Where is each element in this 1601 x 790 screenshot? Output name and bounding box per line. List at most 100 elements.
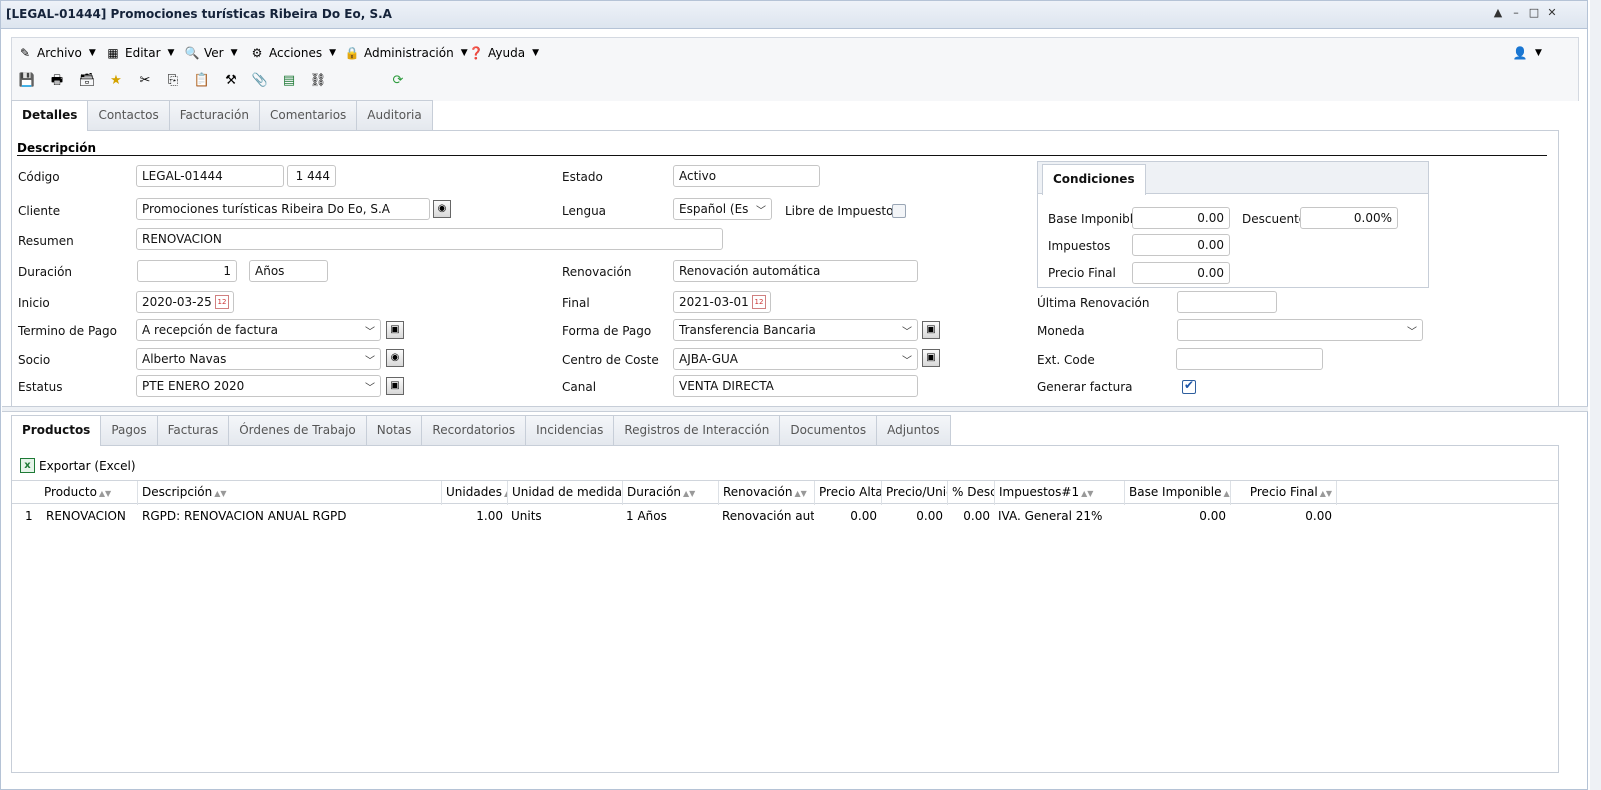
codigo-number-input[interactable]: 1 444 (287, 165, 336, 187)
cell-precio-unidad: 0.00 (916, 509, 943, 523)
socio-select[interactable]: Alberto Navas ﹀ (136, 348, 381, 370)
tab-auditoria[interactable]: Auditoria (356, 100, 433, 130)
page-scrollbar[interactable] (1590, 0, 1601, 790)
minimize-icon[interactable]: – (1509, 6, 1523, 19)
libre-impuestos-checkbox[interactable] (892, 204, 906, 218)
tab-pagos[interactable]: Pagos (100, 415, 158, 445)
col-precio-alta[interactable]: Precio Alta▲▼ (815, 481, 882, 505)
estatus-select[interactable]: PTE ENERO 2020 ﹀ (136, 375, 381, 397)
tab-condiciones[interactable]: Condiciones (1042, 164, 1146, 195)
termino-pago-lookup-icon[interactable]: ▣ (386, 321, 404, 339)
final-date-input[interactable]: 2021-03-01 12 (673, 291, 771, 313)
estatus-lookup-icon[interactable]: ▣ (386, 377, 404, 395)
refresh-icon[interactable]: ⟳ (389, 72, 407, 90)
tab-registros-interaccion[interactable]: Registros de Interacción (613, 415, 781, 445)
termino-pago-select[interactable]: A recepción de factura ﹀ (136, 319, 381, 341)
ultima-renovacion-input[interactable] (1177, 291, 1277, 313)
cliente-input[interactable]: Promociones turísticas Ribeira Do Eo, S.… (136, 198, 430, 220)
save-icon[interactable]: 💾 (18, 72, 36, 90)
menu-ver[interactable]: 🔍 Ver ▼ (184, 43, 238, 63)
tab-facturas[interactable]: Facturas (156, 415, 230, 445)
tab-productos[interactable]: Productos (11, 415, 102, 446)
favorite-star-icon[interactable]: ★ (107, 72, 125, 90)
calendar-icon[interactable]: 12 (215, 295, 229, 309)
col-impuestos[interactable]: Impuestos#1 ▲▼ (995, 481, 1125, 505)
codigo-input[interactable]: LEGAL-01444 (136, 165, 284, 187)
calendar-icon[interactable]: 12 (752, 295, 766, 309)
paste-icon[interactable]: 📋 (193, 72, 211, 90)
col-base-imponible[interactable]: Base Imponible▲▼ (1125, 481, 1231, 505)
forma-pago-lookup-icon[interactable]: ▣ (922, 321, 940, 339)
duracion-unidad-input[interactable]: Años (249, 260, 328, 282)
menu-acciones[interactable]: ⚙ Acciones ▼ (249, 43, 336, 63)
centro-coste-select[interactable]: AJBA-GUA ﹀ (673, 348, 918, 370)
col-precio-unidad[interactable]: Precio/Unidad (882, 481, 948, 505)
archivo-icon: ✎ (19, 46, 31, 60)
col-duracion[interactable]: Duración ▲▼ (623, 481, 719, 505)
tab-adjuntos[interactable]: Adjuntos (876, 415, 951, 445)
tab-contactos[interactable]: Contactos (87, 100, 170, 130)
base-imponible-input[interactable]: 0.00 (1132, 207, 1230, 229)
lengua-select[interactable]: Español (Es ﹀ (673, 198, 772, 220)
descuento-input[interactable]: 0.00% (1300, 207, 1398, 229)
menu-ayuda[interactable]: ❓ Ayuda ▼ (468, 43, 539, 63)
forma-pago-select[interactable]: Transferencia Bancaria ﹀ (673, 319, 918, 341)
top-tabs: Detalles Contactos Facturación Comentari… (11, 100, 433, 131)
col-renovacion[interactable]: Renovación ▲▼ (719, 481, 815, 505)
tab-incidencias[interactable]: Incidencias (525, 415, 615, 445)
cell-precio-final: 0.00 (1305, 509, 1332, 523)
col-descuento[interactable]: % Descuento (948, 481, 995, 505)
col-unidad-medida[interactable]: Unidad de medida▲▼ (508, 481, 623, 505)
attach-icon[interactable]: 📎 (251, 72, 269, 90)
user-menu[interactable]: 👤 ▼ (1512, 43, 1542, 63)
menu-archivo[interactable]: ✎ Archivo ▼ (17, 43, 96, 63)
col-unidades[interactable]: Unidades▲▼ (442, 481, 508, 505)
excel-icon[interactable]: ▤ (280, 72, 298, 90)
window-titlebar[interactable]: [LEGAL-01444] Promociones turísticas Rib… (1, 1, 1587, 29)
acciones-icon: ⚙ (251, 46, 263, 60)
cell-impuestos: IVA. General 21% (998, 509, 1103, 523)
chevron-down-icon: ﹀ (756, 206, 766, 217)
close-icon[interactable]: ✕ (1545, 6, 1559, 19)
grid-header: Producto▲▼ Descripción▲▼ Unidades▲▼ Unid… (12, 480, 1558, 505)
tab-detalles[interactable]: Detalles (11, 100, 89, 131)
col-producto[interactable]: Producto ▲▼ (40, 481, 138, 505)
tab-recordatorios[interactable]: Recordatorios (421, 415, 527, 445)
splitter[interactable] (2, 406, 1588, 412)
archive-icon[interactable]: 🗃 (78, 72, 96, 90)
canal-input[interactable]: VENTA DIRECTA (673, 375, 918, 397)
maximize-icon[interactable]: □ (1527, 6, 1541, 19)
duracion-input[interactable]: 1 (137, 260, 237, 282)
centro-coste-lookup-icon[interactable]: ▣ (922, 349, 940, 367)
collapse-icon[interactable]: ▲ (1491, 6, 1505, 19)
export-excel-button[interactable]: x Exportar (Excel) (20, 458, 136, 473)
cell-descuento: 0.00 (963, 509, 990, 523)
moneda-select[interactable]: ﹀ (1177, 319, 1423, 341)
lock-icon: 🔒 (344, 46, 360, 60)
renovacion-input[interactable]: Renovación automática (673, 260, 918, 282)
precio-final-input[interactable]: 0.00 (1132, 262, 1230, 284)
ext-code-input[interactable] (1176, 348, 1323, 370)
impuestos-input[interactable]: 0.00 (1132, 234, 1230, 256)
copy-icon[interactable]: ⎘ (164, 72, 182, 90)
cut-icon[interactable]: ✂ (136, 72, 154, 90)
tab-comentarios[interactable]: Comentarios (258, 100, 358, 130)
estado-input[interactable]: Activo (673, 165, 820, 187)
tab-documentos[interactable]: Documentos (779, 415, 878, 445)
tab-ordenes-trabajo[interactable]: Órdenes de Trabajo (228, 415, 367, 445)
hierarchy-icon[interactable]: ⛓ (309, 72, 327, 90)
resumen-input[interactable]: RENOVACION (136, 228, 723, 250)
inicio-date-input[interactable]: 2020-03-25 12 (136, 291, 234, 313)
menu-administracion[interactable]: 🔒 Administración ▼ (344, 43, 468, 63)
col-precio-final[interactable]: Precio Final ▲▼ (1231, 481, 1337, 505)
print-icon[interactable]: 🖶 (48, 72, 66, 90)
tools-icon[interactable]: ⚒ (222, 72, 240, 90)
tab-notas[interactable]: Notas (365, 415, 423, 445)
socio-lookup-icon[interactable]: ◉ (386, 349, 404, 367)
cell-renovacion: Renovación automática (722, 509, 814, 523)
generar-factura-checkbox[interactable] (1182, 378, 1196, 394)
cliente-lookup-icon[interactable]: ◉ (433, 200, 451, 218)
menu-editar[interactable]: ▦ Editar ▼ (105, 43, 174, 63)
tab-facturacion[interactable]: Facturación (168, 100, 260, 130)
col-descripcion[interactable]: Descripción ▲▼ (138, 481, 442, 505)
